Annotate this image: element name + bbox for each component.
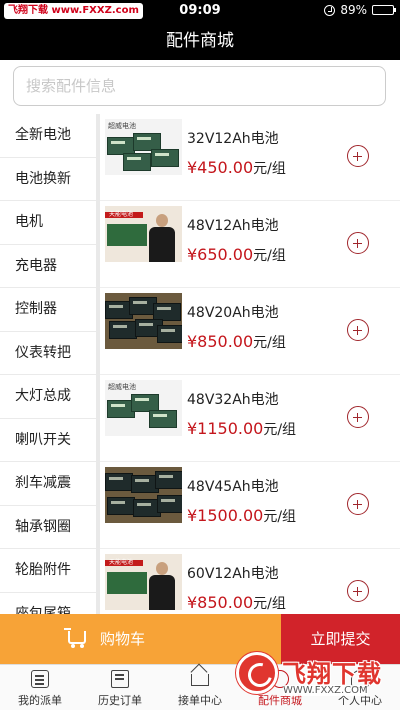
product-item[interactable]: 超威电池 48V32Ah电池 ¥1150.00元/组 [100,375,400,462]
product-name: 48V20Ah电池 [187,305,279,321]
product-item[interactable]: 天能电池 48V12Ah电池 ¥650.00元/组 [100,201,400,288]
sidebar-item-charger[interactable]: 充电器 [0,245,96,288]
product-price: ¥1500.00元/组 [187,506,297,525]
product-item[interactable]: 48V45Ah电池 ¥1500.00元/组 [100,462,400,549]
rotation-lock-icon [324,4,336,16]
cart-icon [64,628,86,648]
product-price: ¥450.00元/组 [187,158,286,177]
sidebar-item-headlight[interactable]: 大灯总成 [0,375,96,419]
add-to-cart-button[interactable] [347,145,369,167]
product-name: 48V12Ah电池 [187,218,279,234]
product-name: 48V45Ah电池 [187,479,279,495]
sidebar-item-seat-trunk[interactable]: 座包尾箱 [0,593,96,615]
product-price: ¥850.00元/组 [187,332,286,351]
product-list: 超威电池 32V12Ah电池 ¥450.00元/组 天能电池 48V12Ah电池… [100,114,400,614]
sidebar-item-battery-exchange[interactable]: 电池换新 [0,158,96,201]
receive-icon [191,674,209,686]
search-bar [0,60,400,112]
cart-label: 购物车 [100,630,146,648]
sidebar-item-brake-shock[interactable]: 刹车减震 [0,462,96,506]
cart-button[interactable]: 购物车 [0,614,281,664]
tab-history-orders[interactable]: 历史订单 [80,665,160,710]
product-item[interactable]: 48V20Ah电池 ¥850.00元/组 [100,288,400,375]
status-bar: 飞翔下载 www.FXXZ.com 09:09 89% [0,0,400,22]
tab-label: 接单中心 [178,694,222,707]
status-right: 89% [324,3,396,17]
sidebar-item-motor[interactable]: 电机 [0,201,96,245]
product-price: ¥1150.00元/组 [187,419,297,438]
product-thumbnail: 超威电池 [105,380,182,436]
thumbnail-brand-label: 超威电池 [108,122,136,130]
tab-my-dispatch[interactable]: 我的派单 [0,665,80,710]
product-price: ¥650.00元/组 [187,245,286,264]
thumbnail-brand-label: 超威电池 [108,383,136,391]
dispatch-icon [31,670,49,688]
thumbnail-brand-label: 天能电池 [109,211,134,218]
search-input[interactable] [13,66,386,106]
add-to-cart-button[interactable] [347,232,369,254]
product-price: ¥850.00元/组 [187,593,286,612]
add-to-cart-button[interactable] [347,319,369,341]
product-thumbnail [105,467,182,523]
product-name: 48V32Ah电池 [187,392,279,408]
product-name: 32V12Ah电池 [187,131,279,147]
nav-title: 配件商城 [0,22,400,60]
tab-label: 我的派单 [18,694,62,707]
product-thumbnail: 天能电池 [105,554,182,610]
product-thumbnail: 天能电池 [105,206,182,262]
tab-order-center[interactable]: 接单中心 [160,665,240,710]
history-icon [111,670,129,688]
sidebar-item-meter-throttle[interactable]: 仪表转把 [0,332,96,375]
battery-percent: 89% [340,3,367,17]
watermark-brand: 飞翔下载 [282,660,382,688]
thumbnail-brand-label: 天能电池 [109,559,134,566]
sidebar-item-horn-switch[interactable]: 喇叭开关 [0,419,96,462]
watermark-url: WWW.FXXZ.COM [283,685,368,696]
add-to-cart-button[interactable] [347,406,369,428]
add-to-cart-button[interactable] [347,493,369,515]
battery-icon [372,5,396,15]
watermark-logo-icon [236,652,278,694]
product-name: 60V12Ah电池 [187,566,279,582]
add-to-cart-button[interactable] [347,580,369,602]
sidebar-item-controller[interactable]: 控制器 [0,288,96,332]
sidebar-item-new-battery[interactable]: 全新电池 [0,114,96,158]
sidebar-item-bearing-rim[interactable]: 轴承钢圈 [0,506,96,549]
tab-label: 历史订单 [98,694,142,707]
product-thumbnail [105,293,182,349]
product-item[interactable]: 超威电池 32V12Ah电池 ¥450.00元/组 [100,114,400,201]
sidebar-item-tire-accessory[interactable]: 轮胎附件 [0,549,96,593]
product-thumbnail: 超威电池 [105,119,182,175]
product-item[interactable]: 天能电池 60V12Ah电池 ¥850.00元/组 [100,549,400,614]
category-sidebar: 全新电池 电池换新 电机 充电器 控制器 仪表转把 大灯总成 喇叭开关 刹车减震… [0,114,96,614]
